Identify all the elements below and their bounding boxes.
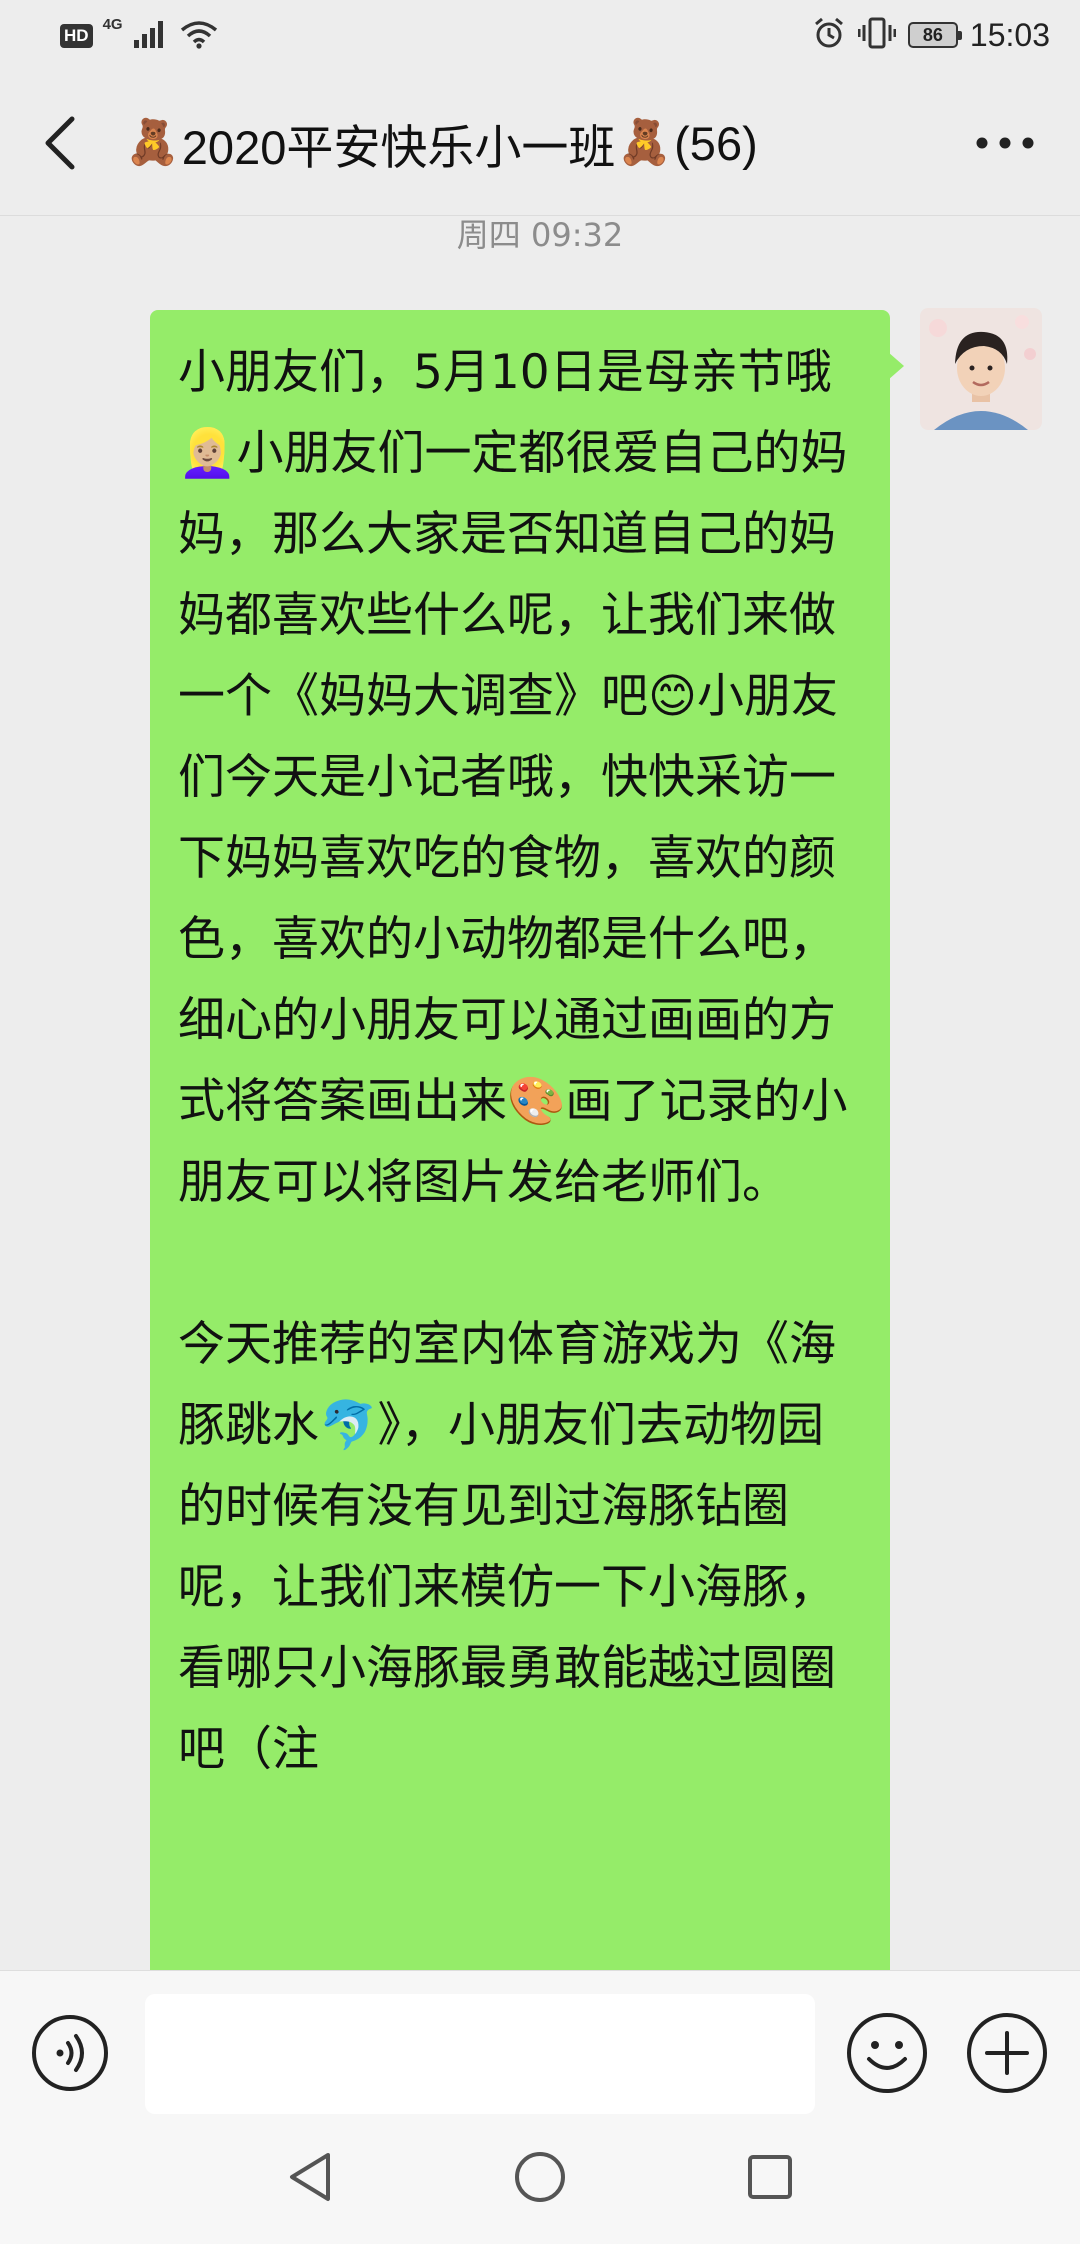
teddy-bear-icon: 🧸 [125,117,180,168]
vibrate-icon [857,16,897,54]
message-text: 小朋友们，5月10日是母亲节哦👱🏼‍♀️小朋友们一定都很爱自己的妈妈，那么大家是… [178,345,848,1777]
hd-badge: HD [60,24,93,48]
alarm-icon [812,16,846,54]
emoji-smile-icon [847,2013,927,2093]
member-count: (56) [674,116,758,170]
bubble-tail [888,352,904,380]
nav-recents-button[interactable] [740,2147,800,2207]
battery-icon: 86 [907,22,962,48]
emoji-button[interactable] [845,2011,929,2095]
status-time: 15:03 [969,16,1050,53]
chat-title: 2020平安快乐小一班 [181,120,616,174]
system-nav-bar [0,2115,1080,2244]
voice-icon [32,2015,108,2091]
nav-home-button[interactable] [510,2147,570,2207]
input-bar [0,1970,1080,2116]
chat-title-group: 🧸 2020平安快乐小一班 🧸 (56) [125,108,758,178]
status-right: 86 15:03 [812,14,1050,56]
wifi-icon [179,19,219,53]
network-type-label: 4G [102,16,123,33]
battery-level: 86 [922,24,943,45]
chevron-left-icon [45,116,75,170]
avatar[interactable] [920,308,1042,430]
circle-home-icon [515,2152,565,2202]
voice-button[interactable] [30,2013,110,2093]
square-recents-icon [748,2155,792,2199]
message-timestamp: 周四 09:32 [456,216,624,254]
plus-circle-icon [967,2013,1047,2093]
more-button[interactable] [970,118,1040,168]
teddy-bear-icon: 🧸 [617,117,673,168]
message-input[interactable] [145,1994,815,2114]
status-left: HD 4G [60,16,219,54]
message-bubble[interactable]: 小朋友们，5月10日是母亲节哦👱🏼‍♀️小朋友们一定都很爱自己的妈妈，那么大家是… [150,310,890,2030]
nav-back-button[interactable] [280,2147,340,2207]
more-dots-icon [976,137,1034,149]
chat-header: 🧸 2020平安快乐小一班 🧸 (56) [0,70,1080,216]
signal-icon [133,19,169,53]
status-bar: HD 4G 86 15:03 [0,0,1080,70]
add-button[interactable] [965,2011,1049,2095]
triangle-back-icon [290,2153,330,2201]
back-button[interactable] [30,108,90,178]
